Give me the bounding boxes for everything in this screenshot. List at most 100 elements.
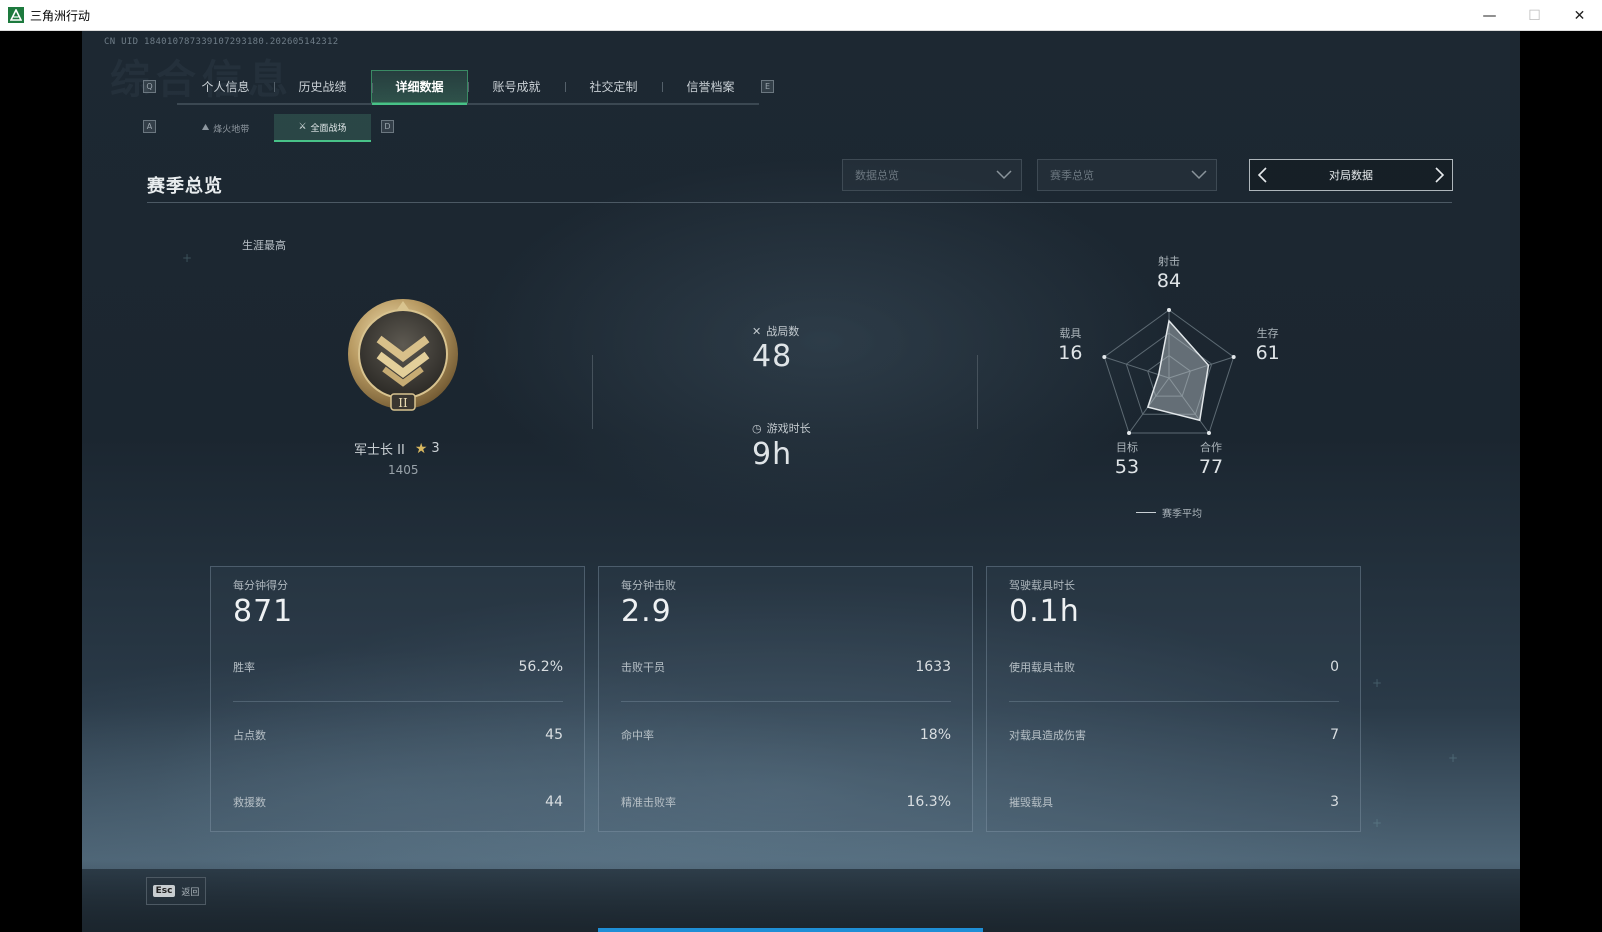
window-title: 三角洲行动	[30, 8, 91, 23]
badge-numeral: II	[398, 396, 408, 410]
card-value: 0.1h	[1009, 594, 1080, 629]
row-label: 救援数	[233, 796, 266, 809]
subtab-prev-key-hint[interactable]: A	[143, 120, 156, 133]
tab-match-history[interactable]: 历史战绩	[274, 70, 371, 103]
radar-axis-label: 生存	[1257, 326, 1279, 340]
rank-stars-count: 3	[431, 441, 440, 456]
window-titlebar: 三角洲行动 — ☐ ✕	[0, 0, 1602, 31]
app-logo-icon	[8, 7, 24, 23]
clock-icon: ◷	[752, 421, 762, 435]
radar-vertex-dot	[1206, 431, 1211, 436]
row-value: 16.3%	[906, 794, 951, 810]
tab-achievements[interactable]: 账号成就	[468, 70, 565, 103]
divider	[977, 355, 978, 429]
radar-axis-label: 射击	[1158, 254, 1180, 268]
kills-per-minute-card: 每分钟击败 2.9 击败干员 1633 命中率 18% 精准击败率 16.3%	[598, 566, 973, 832]
radar-legend: 赛季平均	[1136, 505, 1202, 520]
esc-key-icon: Esc	[152, 885, 176, 897]
decor-plus-icon: +	[1372, 676, 1383, 690]
chevron-down-icon	[1191, 170, 1207, 180]
radar-vertex-dot	[1167, 308, 1171, 312]
radar-axis-value: 53	[1115, 456, 1139, 478]
tab-personal-info[interactable]: 个人信息	[177, 70, 274, 103]
stat-row: 击败干员 1633	[621, 659, 951, 679]
match-data-pager: 对局数据	[1249, 159, 1453, 191]
tab-credit-record[interactable]: 信誉档案	[662, 70, 759, 103]
chevron-left-icon[interactable]	[1256, 166, 1270, 184]
matches-label-text: 战局数	[766, 325, 800, 338]
game-viewport: 综合信息 CN UID 184010787339107293180.202605…	[82, 31, 1520, 932]
radar-axis-value: 61	[1256, 342, 1280, 364]
rank-title: 军士长 II ★ 3	[354, 439, 440, 459]
tab-detailed-data[interactable]: 详细数据	[371, 70, 468, 105]
row-value: 3	[1330, 794, 1339, 810]
decor-plus-icon: +	[1448, 751, 1459, 765]
playtime-label-text: 游戏时长	[766, 422, 811, 435]
row-value: 56.2%	[518, 659, 563, 675]
row-value: 18%	[919, 727, 951, 743]
star-icon: ★	[414, 440, 428, 457]
dropdown-value: 数据总览	[855, 169, 899, 182]
back-button[interactable]: Esc 返回	[146, 877, 206, 905]
mountain-icon: ⛰	[201, 123, 210, 133]
subtab-hazard-zone[interactable]: ⛰ 烽火地带	[177, 114, 274, 142]
legend-line	[1136, 512, 1156, 513]
row-value: 45	[545, 727, 563, 743]
row-value: 1633	[915, 659, 951, 675]
row-divider	[233, 701, 563, 702]
row-value: 7	[1330, 727, 1339, 743]
row-label: 对载具造成伤害	[1009, 729, 1086, 742]
close-button[interactable]: ✕	[1557, 0, 1602, 31]
legend-label: 赛季平均	[1162, 509, 1202, 520]
tab-social[interactable]: 社交定制	[565, 70, 662, 103]
mode-subtabs: ⛰ 烽火地带 ⚔ 全面战场	[177, 114, 371, 142]
radar-axis-value: 84	[1157, 270, 1181, 292]
matches-stat-label: ✕ 战局数	[752, 323, 799, 339]
playtime-stat-label: ◷ 游戏时长	[752, 420, 811, 436]
card-value: 2.9	[621, 594, 672, 629]
maximize-button[interactable]: ☐	[1512, 0, 1557, 31]
dropdown-value: 赛季总览	[1050, 169, 1094, 182]
stat-row: 救援数 44	[233, 794, 563, 814]
chevron-down-icon	[996, 170, 1012, 180]
row-label: 击败干员	[621, 661, 665, 674]
decor-plus-icon: +	[182, 251, 193, 265]
radar-vertex-dot	[1231, 354, 1236, 359]
page-title: 赛季总览	[147, 176, 223, 197]
back-label: 返回	[181, 887, 200, 898]
radar-vertex-dot	[1127, 431, 1132, 436]
loading-progress-bar	[598, 928, 983, 932]
ability-radar-chart: 射击 84 生存 61 合作 77 目标 53 载具 16	[1058, 254, 1280, 478]
chevron-right-icon[interactable]	[1432, 166, 1446, 184]
stat-row: 对载具造成伤害 7	[1009, 727, 1339, 747]
uid-label: CN UID 184010787339107293180.20260514231…	[104, 37, 339, 47]
stat-row: 摧毁载具 3	[1009, 794, 1339, 814]
score-per-minute-card: 每分钟得分 871 胜率 56.2% 占点数 45 救援数 44	[210, 566, 585, 832]
row-value: 0	[1330, 659, 1339, 675]
row-label: 命中率	[621, 729, 654, 742]
stat-row: 占点数 45	[233, 727, 563, 747]
section-divider	[147, 202, 1452, 203]
row-value: 44	[545, 794, 563, 810]
season-overview-dropdown[interactable]: 赛季总览	[1037, 159, 1217, 191]
data-overview-dropdown[interactable]: 数据总览	[842, 159, 1022, 191]
row-label: 使用载具击败	[1009, 661, 1075, 674]
row-divider	[1009, 701, 1339, 702]
radar-axis-value: 77	[1199, 456, 1223, 478]
subtab-full-warfare[interactable]: ⚔ 全面战场	[274, 114, 371, 142]
minimize-button[interactable]: —	[1467, 0, 1512, 31]
card-title: 驾驶载具时长	[1009, 579, 1075, 592]
playtime-value: 9h	[752, 437, 793, 472]
crosshair-icon: ⚔	[298, 122, 307, 132]
main-tabs: 个人信息 历史战绩 详细数据 账号成就 社交定制 信誉档案	[177, 70, 759, 105]
radar-axis-label: 目标	[1116, 440, 1138, 454]
row-label: 摧毁载具	[1009, 796, 1053, 809]
card-title: 每分钟击败	[621, 579, 676, 592]
subtab-next-key-hint[interactable]: D	[381, 120, 394, 133]
row-label: 胜率	[233, 661, 255, 674]
tab-next-key-hint[interactable]: E	[761, 80, 774, 93]
crossed-swords-icon: ✕	[752, 324, 762, 338]
tab-prev-key-hint[interactable]: Q	[143, 80, 156, 93]
stat-row: 命中率 18%	[621, 727, 951, 747]
vehicle-time-card: 驾驶载具时长 0.1h 使用载具击败 0 对载具造成伤害 7 摧毁载具 3	[986, 566, 1361, 832]
